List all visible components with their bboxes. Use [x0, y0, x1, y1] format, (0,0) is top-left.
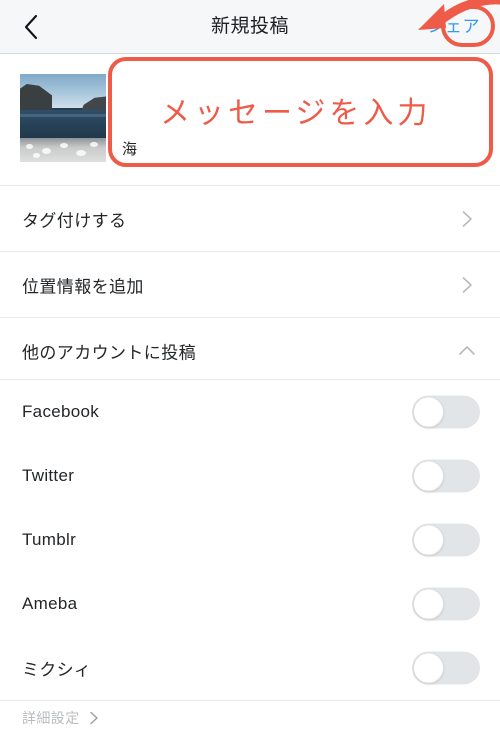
- tumblr-toggle[interactable]: [412, 523, 480, 557]
- annotation-message-text: メッセージを入力: [160, 97, 432, 130]
- page-title: 新規投稿: [210, 16, 289, 37]
- shore-speck: [76, 150, 86, 156]
- row-tag-people[interactable]: タグ付けする: [0, 186, 500, 251]
- chevron-right-icon: [462, 210, 472, 227]
- toggle-label: ミクシィ: [22, 660, 92, 680]
- ameba-toggle[interactable]: [412, 587, 480, 621]
- app-header: 新規投稿 シェア: [0, 0, 500, 54]
- toggle-knob: [413, 524, 444, 556]
- toggle-row-ameba[interactable]: Ameba: [0, 572, 500, 636]
- toggle-label: Facebook: [22, 402, 100, 421]
- row-label: 他のアカウントに投稿: [22, 343, 196, 362]
- toggle-knob: [413, 588, 444, 620]
- chevron-right-icon: [462, 276, 472, 293]
- shore-speck: [42, 148, 51, 154]
- thumbnail-shore: [20, 138, 106, 162]
- facebook-toggle[interactable]: [412, 395, 480, 429]
- chevron-right-icon: [89, 711, 98, 725]
- toggle-row-twitter[interactable]: Twitter: [0, 444, 500, 508]
- row-add-location[interactable]: 位置情報を追加: [0, 252, 500, 317]
- row-label: 位置情報を追加: [22, 277, 144, 296]
- mixi-toggle[interactable]: [412, 651, 480, 685]
- shore-speck: [90, 142, 98, 147]
- photo-thumbnail-sea-icon[interactable]: [20, 74, 106, 162]
- toggle-knob: [413, 652, 444, 684]
- shore-speck: [33, 153, 40, 158]
- share-button[interactable]: シェア: [428, 15, 481, 39]
- toggle-row-facebook[interactable]: Facebook: [0, 380, 500, 444]
- toggle-label: Twitter: [22, 466, 75, 485]
- advanced-settings-link[interactable]: 詳細設定: [22, 708, 100, 728]
- toggle-label: Ameba: [22, 594, 78, 613]
- toggle-row-tumblr[interactable]: Tumblr: [0, 508, 500, 572]
- shore-speck: [60, 143, 68, 148]
- chevron-up-icon: [459, 345, 475, 355]
- toggle-knob: [413, 396, 444, 428]
- toggle-row-mixi[interactable]: ミクシィ: [0, 636, 500, 700]
- row-label: タグ付けする: [22, 211, 127, 230]
- toggle-knob: [413, 460, 444, 492]
- row-post-to-other-accounts[interactable]: 他のアカウントに投稿: [0, 318, 500, 383]
- shore-speck: [26, 144, 33, 149]
- toggle-label: Tumblr: [22, 530, 77, 549]
- divider: [0, 700, 500, 701]
- caption-input[interactable]: 海: [122, 140, 137, 160]
- twitter-toggle[interactable]: [412, 459, 480, 493]
- advanced-settings-label: 詳細設定: [22, 710, 80, 726]
